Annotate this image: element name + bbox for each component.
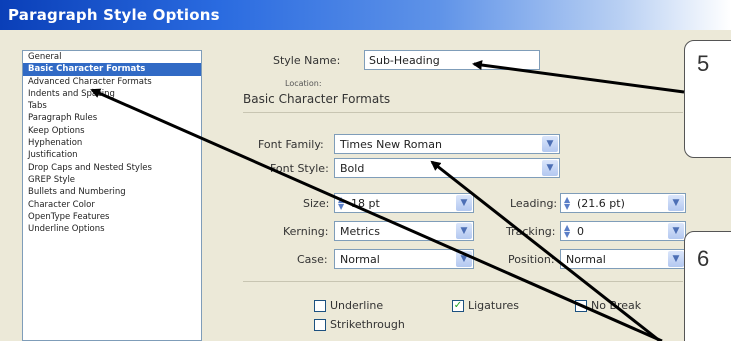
callout-number: 5 [697,51,710,76]
callout-step-6: 6 [684,231,731,341]
sidebar-item-general[interactable]: General [23,51,201,63]
style-name-label: Style Name: [273,54,341,67]
ligatures-checkbox[interactable]: ✓ [452,300,464,312]
no-break-checkbox[interactable] [575,300,587,312]
title-bar: Paragraph Style Options [0,0,731,30]
leading-label: Leading: [510,197,558,210]
tracking-value: 0 [577,225,584,238]
sidebar-item-advanced-character-formats[interactable]: Advanced Character Formats [23,76,201,88]
sidebar-item-justification[interactable]: Justification [23,149,201,161]
case-value: Normal [340,253,380,266]
callout-number: 6 [697,246,710,271]
section-title: Basic Character Formats [243,92,391,106]
font-family-select[interactable]: Times New Roman ▼ [334,134,560,154]
sidebar-item-paragraph-rules[interactable]: Paragraph Rules [23,112,201,124]
kerning-value: Metrics [340,225,380,238]
sidebar-item-basic-character-formats[interactable]: Basic Character Formats [23,63,201,76]
options-divider [243,281,683,282]
font-style-label: Font Style: [270,162,329,175]
stepper-icon[interactable]: ▲ ▼ [564,196,570,211]
sidebar-item-grep-style[interactable]: GREP Style [23,174,201,186]
sidebar-item-character-color[interactable]: Character Color [23,199,201,211]
strikethrough-checkbox[interactable] [314,319,326,331]
font-family-label: Font Family: [258,138,324,151]
case-select[interactable]: Normal ▼ [334,249,474,269]
size-field[interactable]: ▲ ▼ 18 pt ▼ [334,193,474,213]
sidebar-item-opentype-features[interactable]: OpenType Features [23,211,201,223]
callout-step-5: 5 [684,40,731,158]
size-label: Size: [303,197,330,210]
category-list[interactable]: General Basic Character Formats Advanced… [22,50,202,341]
chevron-down-icon[interactable]: ▼ [668,251,684,267]
chevron-down-icon[interactable]: ▼ [456,195,472,211]
tracking-field[interactable]: ▲ ▼ 0 ▼ [560,221,686,241]
case-label: Case: [297,253,328,266]
font-style-select[interactable]: Bold ▼ [334,158,560,178]
underline-checkbox[interactable] [314,300,326,312]
sidebar-item-keep-options[interactable]: Keep Options [23,125,201,137]
sidebar-item-underline-options[interactable]: Underline Options [23,223,201,235]
sidebar-item-tabs[interactable]: Tabs [23,100,201,112]
chevron-down-icon[interactable]: ▼ [668,223,684,239]
sidebar-item-hyphenation[interactable]: Hyphenation [23,137,201,149]
sidebar-item-indents-and-spacing[interactable]: Indents and Spacing [23,88,201,100]
size-value: 18 pt [351,197,380,210]
chevron-down-icon[interactable]: ▼ [456,223,472,239]
stepper-icon[interactable]: ▲ ▼ [338,196,344,211]
section-divider [243,112,683,113]
kerning-label: Kerning: [283,225,329,238]
ligatures-label: Ligatures [468,299,519,312]
leading-value: (21.6 pt) [577,197,625,210]
tracking-label: Tracking: [506,225,556,238]
chevron-down-icon[interactable]: ▼ [456,251,472,267]
location-label: Location: [285,79,322,88]
underline-label: Underline [330,299,384,312]
chevron-down-icon[interactable]: ▼ [668,195,684,211]
position-select[interactable]: Normal ▼ [560,249,686,269]
chevron-down-icon[interactable]: ▼ [542,136,558,152]
position-label: Position: [508,253,555,266]
chevron-down-icon[interactable]: ▼ [542,160,558,176]
sidebar-item-bullets-and-numbering[interactable]: Bullets and Numbering [23,186,201,198]
sidebar-item-drop-caps[interactable]: Drop Caps and Nested Styles [23,162,201,174]
leading-field[interactable]: ▲ ▼ (21.6 pt) ▼ [560,193,686,213]
window-title: Paragraph Style Options [8,6,220,24]
position-value: Normal [566,253,606,266]
stepper-icon[interactable]: ▲ ▼ [564,224,570,239]
font-style-value: Bold [340,162,365,175]
strikethrough-label: Strikethrough [330,318,405,331]
font-family-value: Times New Roman [340,138,442,151]
style-name-input[interactable]: Sub-Heading [364,50,540,70]
no-break-label: No Break [591,299,642,312]
kerning-select[interactable]: Metrics ▼ [334,221,474,241]
